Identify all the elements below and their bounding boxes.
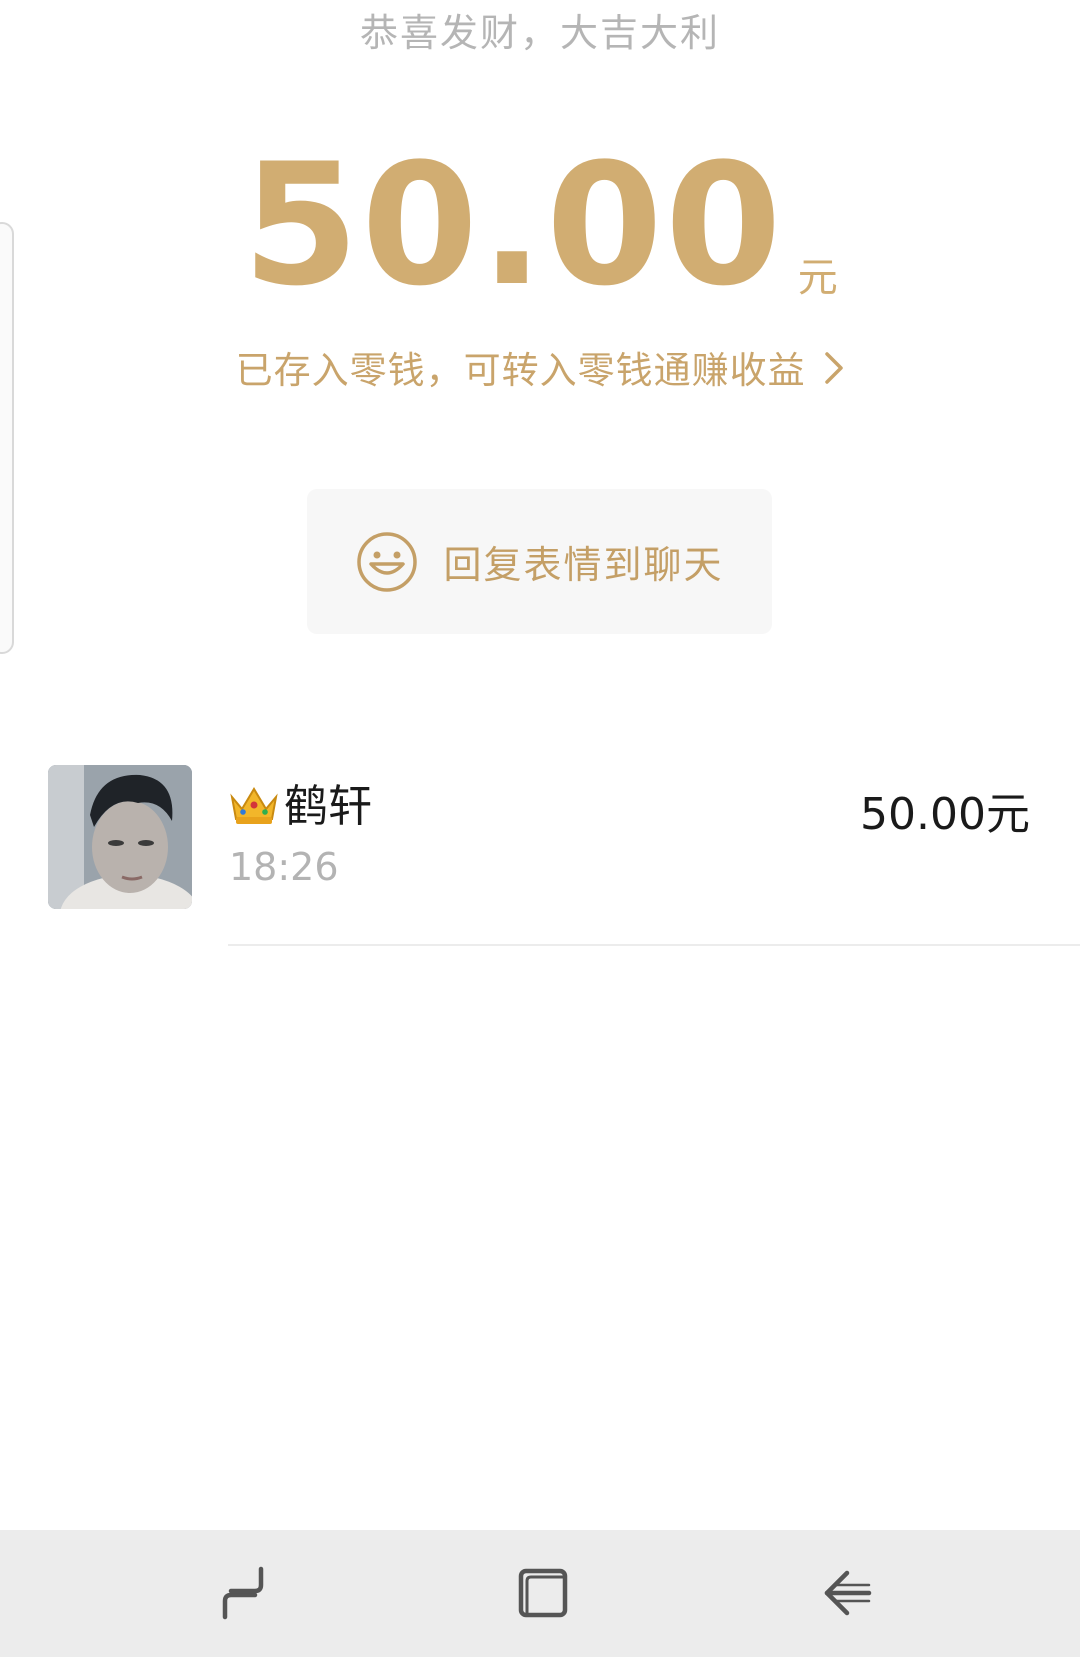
- system-nav-bar: [0, 1530, 1080, 1657]
- packet-amount-block: 50.00 元: [0, 125, 1080, 325]
- receipt-record[interactable]: 鹤轩 18:26 50.00元: [0, 760, 1080, 945]
- sender-name-text: 鹤轩: [284, 781, 372, 832]
- packet-amount: 50.00: [242, 127, 784, 323]
- receipt-amount: 50.00元: [860, 789, 1030, 840]
- home-button[interactable]: [508, 1558, 578, 1628]
- reply-sticker-button[interactable]: 回复表情到聊天: [307, 489, 772, 634]
- reply-sticker-label: 回复表情到聊天: [443, 543, 724, 587]
- greeting-text: 恭喜发财，大吉大利: [359, 11, 720, 55]
- avatar-portrait: [48, 765, 192, 909]
- back-icon: [824, 1570, 872, 1616]
- packet-amount-unit: 元: [797, 255, 838, 301]
- back-button[interactable]: [812, 1558, 882, 1628]
- home-icon: [518, 1568, 568, 1618]
- wallet-change-link-text: 已存入零钱，可转入零钱通赚收益: [235, 349, 806, 392]
- smile-icon: [357, 531, 418, 592]
- receipt-time: 18:26: [229, 845, 339, 889]
- crown-icon: [230, 787, 278, 824]
- chevron-right-icon: [825, 352, 844, 384]
- wallet-change-link[interactable]: 已存入零钱，可转入零钱通赚收益: [0, 340, 1080, 394]
- sender-name: 鹤轩: [228, 770, 372, 834]
- recent-apps-button[interactable]: [208, 1558, 278, 1628]
- list-divider: [228, 944, 1080, 946]
- recent-apps-icon: [222, 1566, 264, 1620]
- avatar[interactable]: [48, 765, 192, 909]
